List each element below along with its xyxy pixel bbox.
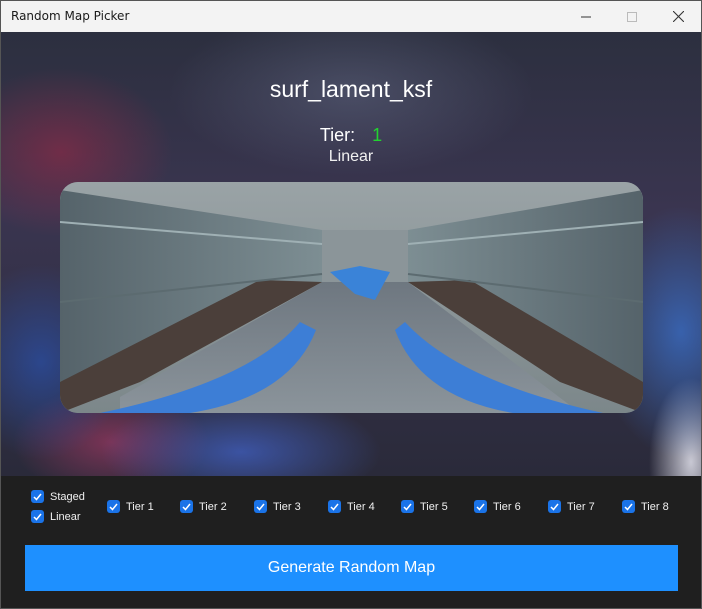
map-preview-image (60, 182, 643, 413)
app-window: Random Map Picker surf_lament_ksf Tier: … (0, 0, 702, 609)
map-name: surf_lament_ksf (269, 76, 433, 102)
minimize-icon (581, 16, 591, 17)
checkbox-tier-7[interactable]: Tier 7 (548, 500, 595, 513)
checkbox-checked-icon[interactable] (401, 500, 414, 513)
checkbox-checked-icon[interactable] (31, 510, 44, 523)
generate-random-map-button[interactable]: Generate Random Map (25, 545, 678, 591)
tier-display: Tier: 1 (1, 125, 701, 146)
checkbox-label: Tier 5 (420, 500, 448, 513)
checkbox-label: Tier 1 (126, 500, 154, 513)
checkbox-tier-4[interactable]: Tier 4 (328, 500, 375, 513)
checkbox-checked-icon[interactable] (474, 500, 487, 513)
checkbox-checked-icon[interactable] (328, 500, 341, 513)
maximize-icon (627, 11, 637, 22)
checkbox-tier-6[interactable]: Tier 6 (474, 500, 521, 513)
title-bar[interactable]: Random Map Picker (1, 1, 701, 32)
checkbox-tier-5[interactable]: Tier 5 (401, 500, 448, 513)
checkbox-label: Tier 2 (199, 500, 227, 513)
window-title: Random Map Picker (11, 9, 130, 23)
checkbox-checked-icon[interactable] (548, 500, 561, 513)
checkbox-checked-icon[interactable] (254, 500, 267, 513)
checkbox-staged[interactable]: Staged (31, 490, 85, 503)
maximize-button[interactable] (609, 1, 655, 32)
map-display-area: surf_lament_ksf Tier: 1 Linear (1, 32, 701, 476)
minimize-button[interactable] (563, 1, 609, 32)
checkbox-label: Tier 7 (567, 500, 595, 513)
tier-label: Tier: (319, 125, 356, 145)
tier-value: 1 (372, 125, 383, 145)
checkbox-checked-icon[interactable] (31, 490, 44, 503)
checkbox-label: Linear (50, 510, 81, 523)
close-button[interactable] (655, 1, 701, 32)
checkbox-checked-icon[interactable] (107, 500, 120, 513)
checkbox-tier-8[interactable]: Tier 8 (622, 500, 669, 513)
checkbox-checked-icon[interactable] (180, 500, 193, 513)
checkbox-linear[interactable]: Linear (31, 510, 81, 523)
checkbox-label: Tier 3 (273, 500, 301, 513)
checkbox-tier-3[interactable]: Tier 3 (254, 500, 301, 513)
checkbox-label: Tier 6 (493, 500, 521, 513)
close-icon (672, 11, 684, 22)
checkbox-tier-1[interactable]: Tier 1 (107, 500, 154, 513)
checkbox-checked-icon[interactable] (622, 500, 635, 513)
checkbox-tier-2[interactable]: Tier 2 (180, 500, 227, 513)
options-panel: Staged Linear Tier 1 Tier 2 Tier 3 Tier … (1, 476, 701, 608)
map-style: Linear (328, 148, 374, 165)
checkbox-label: Tier 8 (641, 500, 669, 513)
checkbox-label: Staged (50, 490, 85, 503)
checkbox-label: Tier 4 (347, 500, 375, 513)
